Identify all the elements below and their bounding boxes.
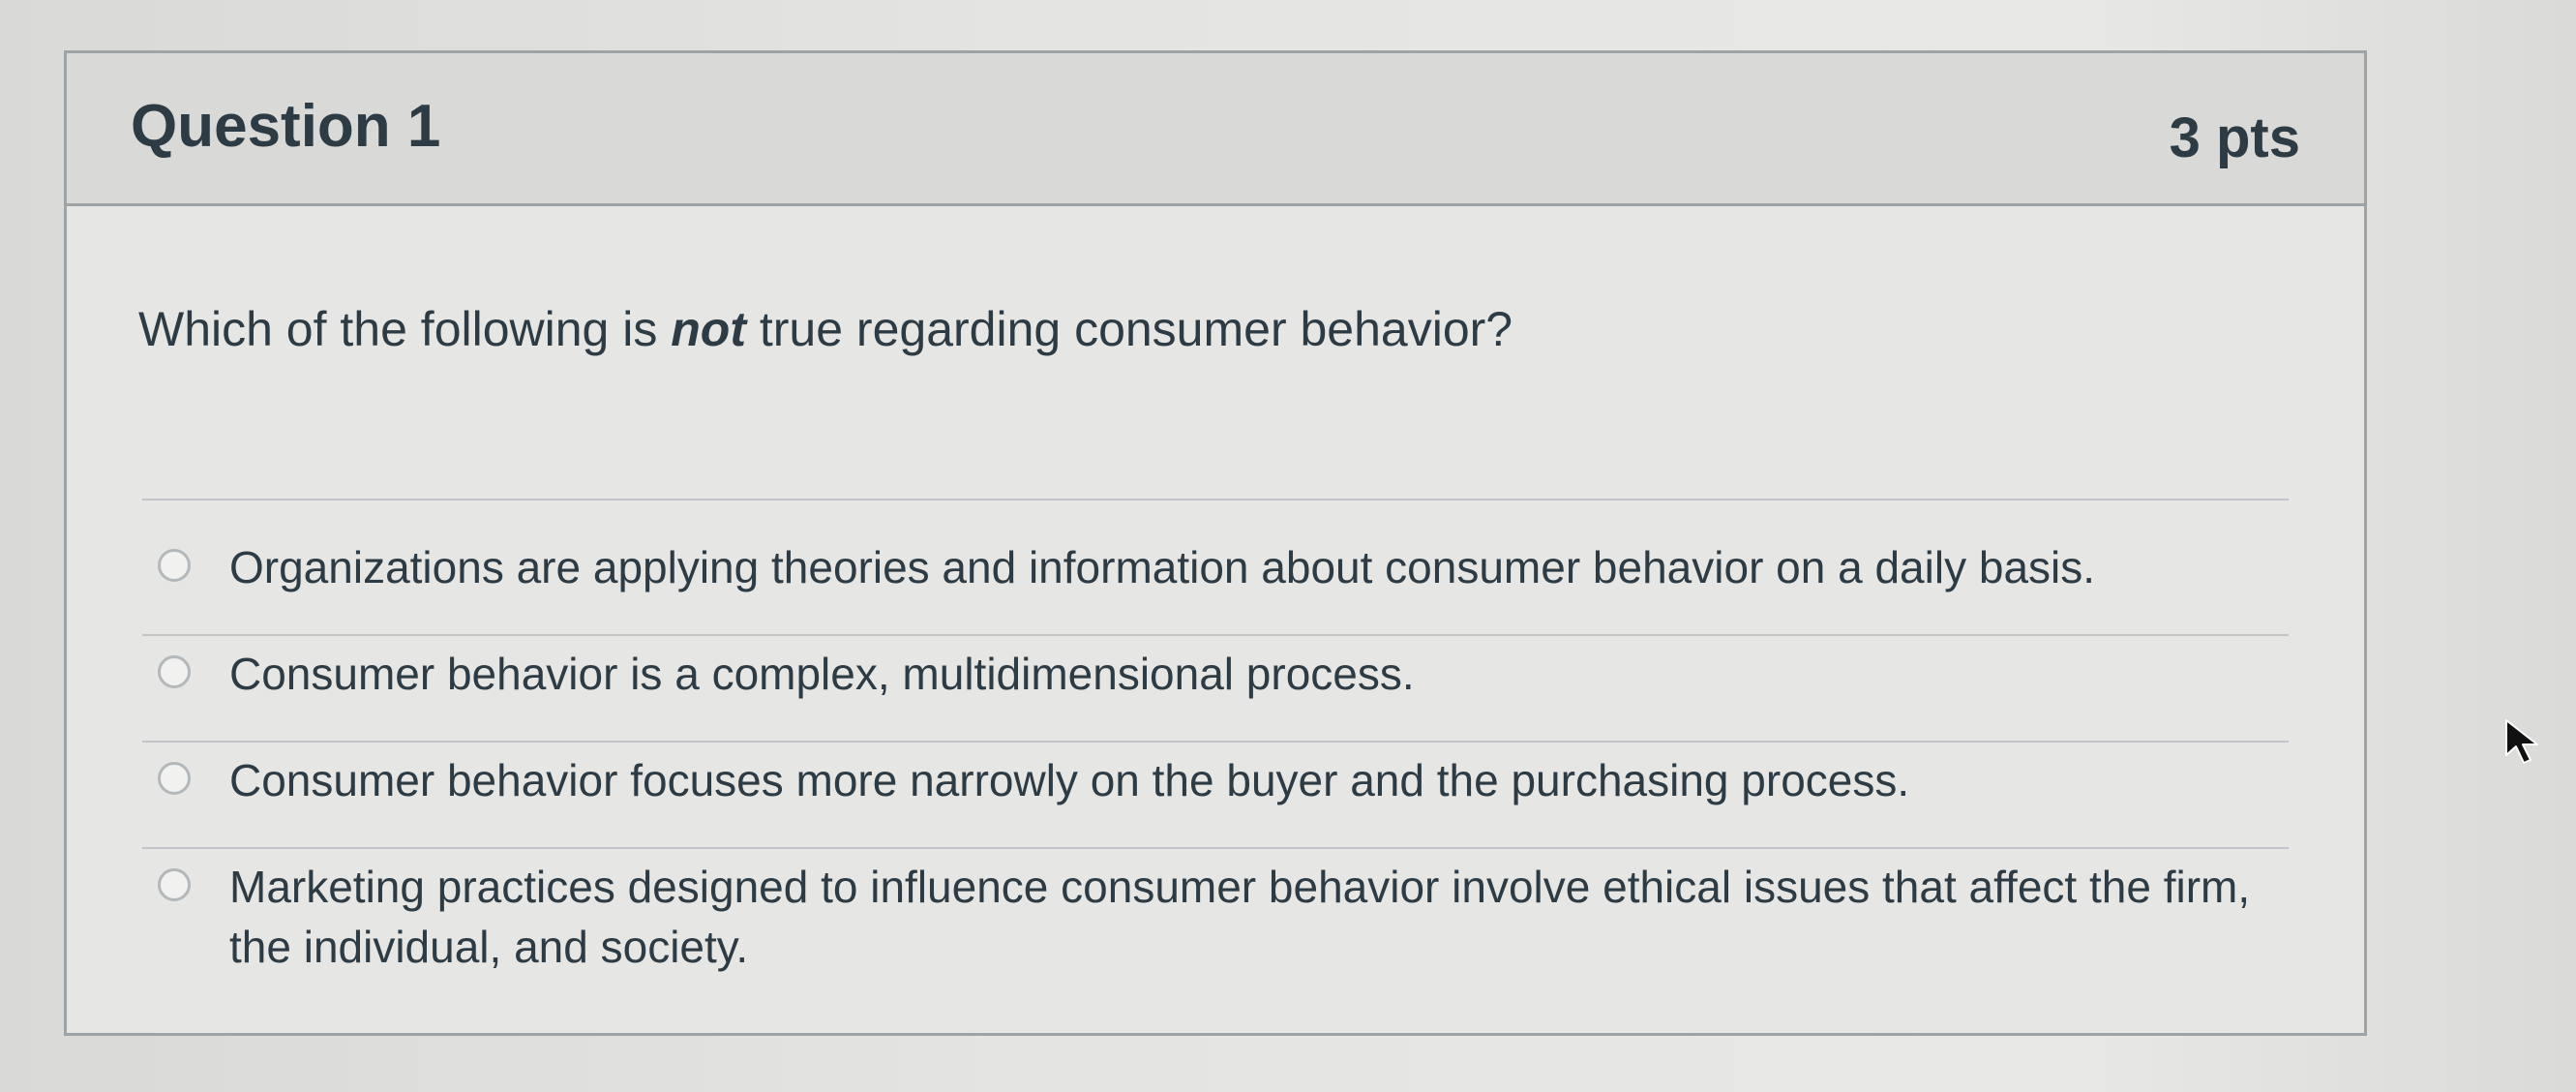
prompt-text-before: Which of the following is [138,302,672,356]
answer-text: Consumer behavior focuses more narrowly … [229,755,1910,805]
answer-divider [142,634,2289,636]
answer-text: Organizations are applying theories and … [229,542,2096,592]
question-prompt: Which of the following is not true regar… [138,301,1513,357]
answer-option-4[interactable]: Marketing practices designed to influenc… [158,857,2258,977]
radio-button-icon[interactable] [158,762,191,795]
prompt-emphasis: not [671,302,746,356]
quiz-page: Question 1 3 pts Which of the following … [0,0,2576,1092]
prompt-text-after: true regarding consumer behavior? [745,302,1513,356]
radio-button-icon[interactable] [158,549,191,582]
answer-option-2[interactable]: Consumer behavior is a complex, multidim… [158,644,2258,704]
answer-option-1[interactable]: Organizations are applying theories and … [158,537,2258,597]
question-header: Question 1 3 pts [67,53,2364,206]
question-points: 3 pts [2169,106,2300,169]
answer-text: Consumer behavior is a complex, multidim… [229,649,1415,699]
answer-divider [142,847,2289,849]
question-card: Question 1 3 pts Which of the following … [64,50,2367,1036]
answer-divider [142,499,2289,500]
question-body: Which of the following is not true regar… [67,206,2364,1033]
answer-option-3[interactable]: Consumer behavior focuses more narrowly … [158,750,2258,810]
radio-button-icon[interactable] [158,868,191,901]
radio-button-icon[interactable] [158,655,191,688]
mouse-pointer-icon [2505,719,2538,764]
answer-text: Marketing practices designed to influenc… [229,862,2251,972]
answer-divider [142,741,2289,743]
question-title: Question 1 [131,93,441,160]
